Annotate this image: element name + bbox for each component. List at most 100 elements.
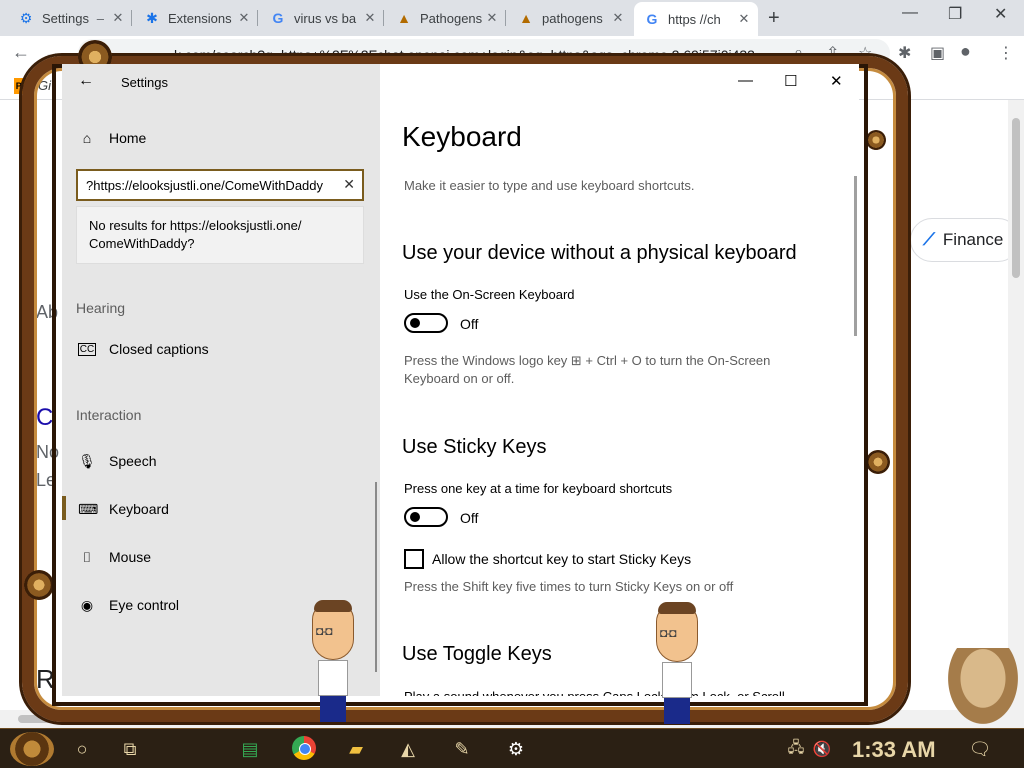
side-panel-icon[interactable]: ▣	[930, 43, 945, 63]
tab-title: Settings	[42, 10, 89, 26]
restore-icon[interactable]: ❐	[948, 4, 962, 24]
page-title: Keyboard	[402, 121, 522, 152]
minimize-icon[interactable]: —	[902, 4, 918, 22]
sidebar-scrollbar[interactable]	[375, 482, 377, 672]
sidebar-item-label: Home	[109, 130, 147, 146]
keyboard-icon: ⌨	[78, 500, 99, 517]
tab-title-suffix: –	[96, 10, 104, 26]
app-icon[interactable]: ✎	[450, 737, 474, 761]
warning-icon: ▲	[519, 10, 533, 26]
selected-indicator	[62, 496, 66, 520]
clock[interactable]: 1:33 AM	[852, 737, 936, 763]
sticky-toggle-state: Off	[460, 510, 479, 526]
close-icon[interactable]: ✕	[362, 10, 378, 26]
tab-extensions[interactable]: ✱ Extensions ✕	[134, 4, 258, 32]
settings-content: — ☐ ✕ Keyboard Make it easier to type an…	[380, 64, 859, 696]
section-title-sticky-keys: Use Sticky Keys	[402, 436, 547, 458]
extensions-icon[interactable]: ✱	[898, 43, 911, 63]
minimize-icon[interactable]: —	[738, 72, 753, 89]
cartoon-character: ◘-◘	[652, 602, 702, 724]
hamster-image	[948, 648, 1018, 724]
new-tab-button[interactable]: +	[768, 7, 780, 30]
close-icon[interactable]: ✕	[610, 10, 626, 26]
page-description: Make it easier to type and use keyboard …	[404, 178, 695, 193]
network-icon[interactable]: 🖧	[784, 737, 808, 761]
page-scrollbar[interactable]	[1008, 100, 1024, 710]
tab-title: Pathogens	[420, 10, 483, 26]
sidebar-item-label: Speech	[109, 453, 157, 469]
clear-icon[interactable]: ✕	[343, 176, 355, 193]
window-title: Settings	[121, 75, 168, 90]
maximize-icon[interactable]: ☐	[784, 72, 797, 90]
section-title-toggle-keys: Use Toggle Keys	[402, 643, 552, 665]
close-icon[interactable]: ✕	[484, 10, 500, 26]
content-scrollbar[interactable]	[854, 176, 857, 336]
sticky-shortcut-checkbox[interactable]	[404, 549, 424, 569]
google-icon: G	[646, 11, 658, 27]
close-icon[interactable]: ✕	[736, 11, 752, 27]
volume-muted-icon[interactable]: 🔇	[810, 737, 834, 761]
browser-tab-strip: ⚙ Settings – ✕ ✱ Extensions ✕ G virus vs…	[0, 0, 1024, 36]
sticky-label: Press one key at a time for keyboard sho…	[404, 481, 673, 496]
sidebar-item-keyboard[interactable]: ⌨ Keyboard	[78, 495, 368, 523]
glasses-icon: ◘-◘	[660, 626, 676, 640]
sidebar-item-speech[interactable]: 🎙 Speech	[78, 447, 368, 475]
section-hearing: Hearing	[76, 300, 126, 316]
no-results-text-cont: ComeWithDaddy?	[89, 236, 195, 251]
close-icon[interactable]: ✕	[110, 10, 126, 26]
sidebar-item-label: Mouse	[109, 549, 152, 565]
file-explorer-icon[interactable]: ▰	[344, 737, 368, 761]
sidebar-item-label: Eye control	[109, 597, 180, 613]
back-arrow-icon[interactable]: ←	[78, 72, 94, 90]
osk-help-line: Keyboard on or off.	[404, 371, 515, 386]
sidebar-item-mouse[interactable]: ⌷ Mouse	[78, 543, 368, 571]
tab-pathogens-2[interactable]: ▲ pathogens ✕	[508, 4, 632, 32]
gear-decoration-icon	[866, 450, 890, 474]
close-window-icon[interactable]: ✕	[830, 72, 843, 90]
settings-window: ← Settings ⌂ Home https://elooksjustli.o…	[62, 64, 859, 696]
sidebar-item-label: Closed captions	[109, 341, 209, 357]
cortana-icon[interactable]: ○	[70, 737, 94, 761]
google-icon: G	[272, 10, 284, 26]
osk-label: Use the On-Screen Keyboard	[404, 287, 575, 302]
start-button-icon[interactable]	[10, 732, 54, 766]
gear-decoration-icon	[24, 570, 54, 600]
osk-help-line: Press the Windows logo key ⊞ + Ctrl + O …	[404, 353, 771, 368]
tab-pathogens[interactable]: ▲ Pathogens ✕	[386, 4, 506, 32]
section-interaction: Interaction	[76, 407, 142, 423]
osk-toggle[interactable]	[404, 313, 448, 333]
sidebar-item-home[interactable]: ⌂ Home	[78, 124, 368, 152]
notifications-icon[interactable]: 🗨	[968, 737, 992, 761]
osk-help-text: Press the Windows logo key ⊞ + Ctrl + O …	[404, 352, 824, 388]
profile-avatar-icon[interactable]: ●	[960, 41, 971, 62]
tab-virus-vs-bacteria[interactable]: G virus vs ba ✕	[260, 4, 384, 32]
finance-label: Finance	[942, 230, 1004, 249]
closed-captions-icon: CC	[78, 342, 96, 356]
tab-title: pathogens	[542, 10, 603, 26]
cartoon-character: ◘-◘	[308, 600, 358, 722]
settings-gear-icon[interactable]: ⚙	[504, 737, 528, 761]
tab-settings[interactable]: ⚙ Settings – ✕	[8, 4, 132, 32]
back-icon[interactable]: ←	[12, 42, 30, 63]
tab-title: Extensions	[168, 10, 232, 26]
sticky-shortcut-label: Allow the shortcut key to start Sticky K…	[432, 551, 692, 567]
sticky-keys-toggle[interactable]	[404, 507, 448, 527]
chrome-icon[interactable]	[292, 736, 316, 760]
gear-icon: ⚙	[19, 9, 33, 26]
notes-app-icon[interactable]: ▤	[238, 737, 262, 761]
section-title-no-keyboard: Use your device without a physical keybo…	[402, 242, 797, 264]
search-value: https://elooksjustli.one/ComeWithDaddy?	[86, 178, 324, 193]
app-icon[interactable]: ◭	[396, 737, 420, 761]
settings-search-input[interactable]: https://elooksjustli.one/ComeWithDaddy? …	[76, 169, 364, 201]
menu-kebab-icon[interactable]: ⋮	[998, 43, 1014, 63]
microphone-icon: 🎙	[78, 452, 96, 469]
finance-chip[interactable]: ⟋ Finance	[910, 218, 1020, 262]
close-icon[interactable]: ✕	[236, 10, 252, 26]
sidebar-item-label: Keyboard	[109, 501, 169, 517]
chart-icon: ⟋	[923, 230, 935, 249]
sidebar-item-closed-captions[interactable]: CC Closed captions	[78, 335, 368, 363]
tab-active-search[interactable]: G https //ch ✕	[634, 2, 758, 36]
gear-decoration-icon	[866, 130, 886, 150]
close-window-icon[interactable]: ✕	[994, 4, 1007, 24]
task-view-icon[interactable]: ⧉	[118, 737, 142, 761]
